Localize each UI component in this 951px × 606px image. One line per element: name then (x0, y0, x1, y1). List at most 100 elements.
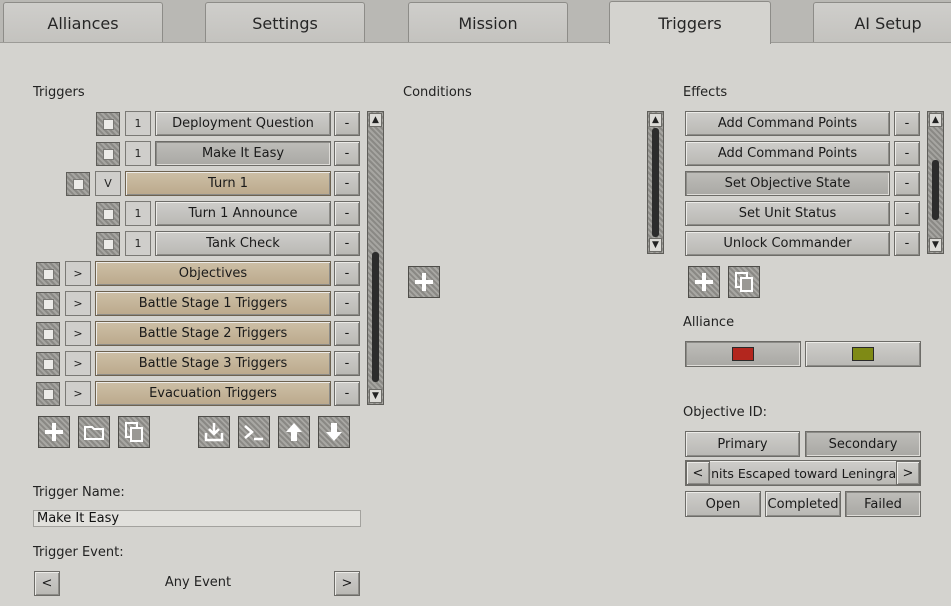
trigger-list-scrollbar[interactable]: ▲ ▼ (367, 111, 384, 405)
trigger-enable-checkbox[interactable] (66, 172, 90, 196)
objective-primary-button[interactable]: Primary (685, 431, 800, 457)
add-trigger-button[interactable] (38, 416, 70, 448)
tab-ai-setup[interactable]: AI Setup (813, 2, 951, 44)
effects-left-scrollbar[interactable]: ▲ ▼ (647, 111, 664, 254)
trigger-item[interactable]: Battle Stage 1 Triggers (95, 291, 331, 316)
trigger-item[interactable]: Make It Easy (155, 141, 331, 166)
effect-item[interactable]: Add Command Points (685, 111, 890, 136)
effect-remove-button[interactable]: - (894, 141, 920, 166)
objective-prev-button[interactable]: < (686, 461, 710, 485)
trigger-expand-toggle[interactable]: 1 (125, 111, 151, 136)
objective-open-button[interactable]: Open (685, 491, 761, 517)
tab-mission[interactable]: Mission (408, 2, 568, 44)
trigger-expand-toggle[interactable]: 1 (125, 231, 151, 256)
scroll-up-icon[interactable]: ▲ (929, 113, 942, 127)
import-trigger-button[interactable] (198, 416, 230, 448)
tab-triggers[interactable]: Triggers (609, 1, 771, 44)
effect-item[interactable]: Unlock Commander (685, 231, 890, 256)
effect-remove-button[interactable]: - (894, 111, 920, 136)
add-effect-button[interactable] (688, 266, 720, 298)
scroll-up-icon[interactable]: ▲ (649, 113, 662, 127)
trigger-enable-checkbox[interactable] (36, 262, 60, 286)
import-icon (204, 423, 224, 442)
trigger-item[interactable]: Battle Stage 2 Triggers (95, 321, 331, 346)
copy-icon (125, 422, 143, 442)
trigger-enable-checkbox[interactable] (96, 232, 120, 256)
trigger-item[interactable]: Evacuation Triggers (95, 381, 331, 406)
scroll-down-icon[interactable]: ▼ (369, 389, 382, 403)
trigger-enable-checkbox[interactable] (36, 292, 60, 316)
trigger-remove-button[interactable]: - (334, 141, 360, 166)
checkbox-box (102, 238, 114, 250)
alliance-option-button[interactable] (685, 341, 801, 367)
effects-heading: Effects (683, 85, 728, 100)
add-folder-button[interactable] (78, 416, 110, 448)
scroll-down-icon[interactable]: ▼ (929, 238, 942, 252)
effect-remove-button[interactable]: - (894, 201, 920, 226)
effect-item[interactable]: Set Unit Status (685, 201, 890, 226)
trigger-item[interactable]: Turn 1 (125, 171, 331, 196)
trigger-item[interactable]: Battle Stage 3 Triggers (95, 351, 331, 376)
trigger-expand-toggle[interactable]: > (65, 261, 91, 286)
trigger-item[interactable]: Deployment Question (155, 111, 331, 136)
trigger-expand-toggle[interactable]: 1 (125, 201, 151, 226)
trigger-item[interactable]: Objectives (95, 261, 331, 286)
add-condition-button[interactable] (408, 266, 440, 298)
tab-alliances[interactable]: Alliances (3, 2, 163, 44)
trigger-enable-checkbox[interactable] (36, 382, 60, 406)
conditions-heading: Conditions (403, 85, 472, 100)
trigger-expand-toggle[interactable]: V (95, 171, 121, 196)
trigger-enable-checkbox[interactable] (96, 112, 120, 136)
trigger-enable-checkbox[interactable] (36, 322, 60, 346)
scroll-thumb[interactable] (372, 252, 379, 382)
effect-item[interactable]: Add Command Points (685, 141, 890, 166)
scroll-up-icon[interactable]: ▲ (369, 113, 382, 127)
tab-settings[interactable]: Settings (205, 2, 365, 44)
effect-item[interactable]: Set Objective State (685, 171, 890, 196)
trigger-remove-button[interactable]: - (334, 351, 360, 376)
checkbox-box (102, 208, 114, 220)
trigger-remove-button[interactable]: - (334, 201, 360, 226)
trigger-item[interactable]: Tank Check (155, 231, 331, 256)
trigger-expand-toggle[interactable]: > (65, 291, 91, 316)
trigger-event-prev-button[interactable]: < (34, 571, 60, 596)
effect-remove-button[interactable]: - (894, 171, 920, 196)
alliance-heading: Alliance (683, 315, 735, 330)
scroll-thumb[interactable] (652, 128, 659, 237)
trigger-event-next-button[interactable]: > (334, 571, 360, 596)
trigger-remove-button[interactable]: - (334, 381, 360, 406)
objective-completed-button[interactable]: Completed (765, 491, 841, 517)
trigger-remove-button[interactable]: - (334, 111, 360, 136)
trigger-expand-toggle[interactable]: 1 (125, 141, 151, 166)
trigger-enable-checkbox[interactable] (96, 202, 120, 226)
console-button[interactable] (238, 416, 270, 448)
objective-failed-button[interactable]: Failed (845, 491, 921, 517)
trigger-enable-checkbox[interactable] (36, 352, 60, 376)
trigger-expand-toggle[interactable]: > (65, 381, 91, 406)
objective-next-button[interactable]: > (896, 461, 920, 485)
trigger-expand-toggle[interactable]: > (65, 321, 91, 346)
checkbox-box (42, 268, 54, 280)
trigger-remove-button[interactable]: - (334, 261, 360, 286)
trigger-item[interactable]: Turn 1 Announce (155, 201, 331, 226)
move-down-button[interactable] (318, 416, 350, 448)
trigger-remove-button[interactable]: - (334, 291, 360, 316)
console-icon (244, 425, 263, 441)
checkbox-box (102, 148, 114, 160)
trigger-remove-button[interactable]: - (334, 231, 360, 256)
checkbox-box (102, 118, 114, 130)
effects-right-scrollbar[interactable]: ▲ ▼ (927, 111, 944, 254)
trigger-name-input[interactable]: Make It Easy (33, 510, 361, 527)
move-up-button[interactable] (278, 416, 310, 448)
scroll-down-icon[interactable]: ▼ (649, 238, 662, 252)
scroll-thumb[interactable] (932, 160, 939, 220)
objective-secondary-button[interactable]: Secondary (805, 431, 921, 457)
copy-effect-button[interactable] (728, 266, 760, 298)
trigger-remove-button[interactable]: - (334, 171, 360, 196)
copy-trigger-button[interactable] (118, 416, 150, 448)
trigger-enable-checkbox[interactable] (96, 142, 120, 166)
trigger-remove-button[interactable]: - (334, 321, 360, 346)
effect-remove-button[interactable]: - (894, 231, 920, 256)
alliance-option-button[interactable] (805, 341, 921, 367)
trigger-expand-toggle[interactable]: > (65, 351, 91, 376)
